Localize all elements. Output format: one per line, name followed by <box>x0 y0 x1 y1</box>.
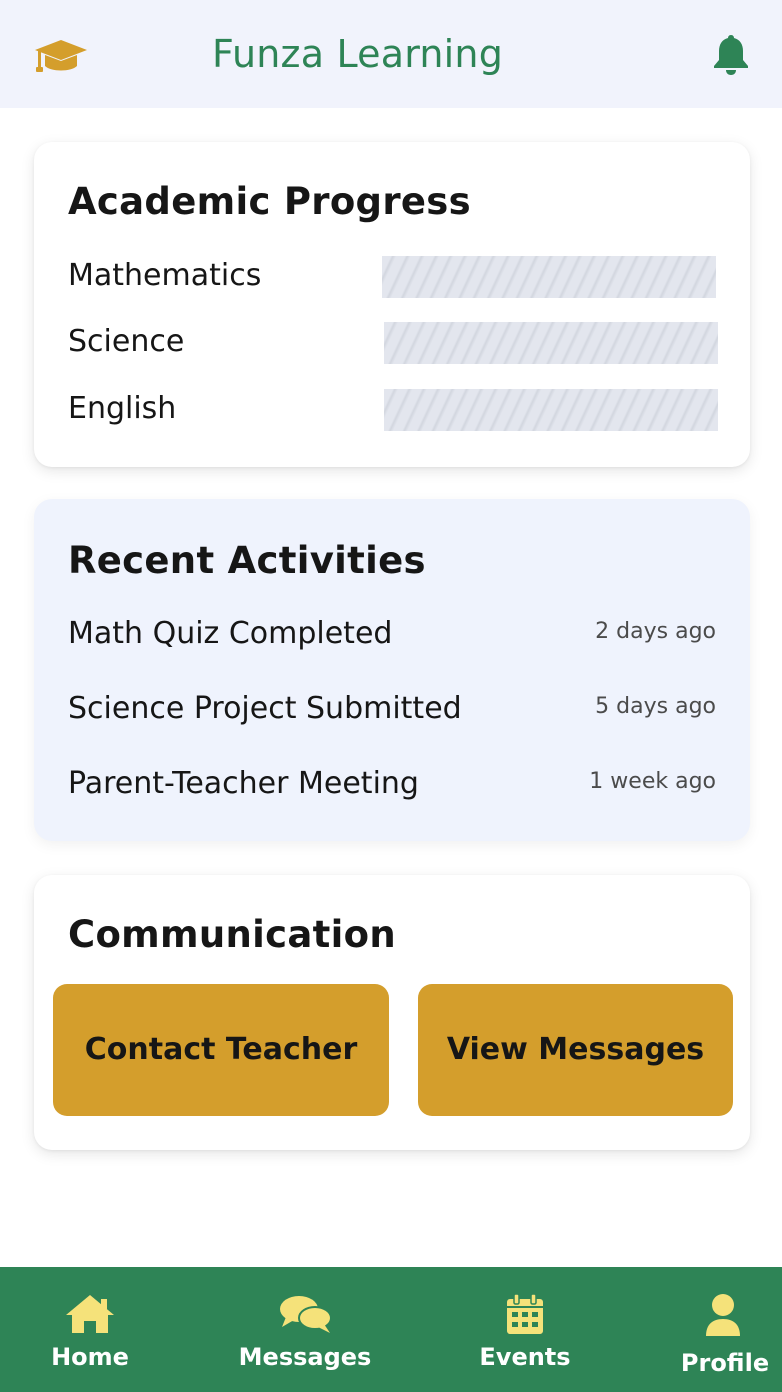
nav-item-home[interactable]: Home <box>40 1267 140 1392</box>
app-header: Funza Learning <box>0 0 782 108</box>
nav-item-events[interactable]: Events <box>470 1267 580 1392</box>
recent-activities-title: Recent Activities <box>68 539 426 582</box>
activity-item[interactable]: Parent-Teacher Meeting 1 week ago <box>68 760 716 808</box>
view-messages-button[interactable]: View Messages <box>418 984 733 1116</box>
calendar-icon <box>507 1293 543 1334</box>
chat-bubbles-icon <box>280 1296 332 1333</box>
app-title: Funza Learning <box>212 32 504 76</box>
subject-row-science: Science <box>68 320 718 364</box>
activity-item[interactable]: Math Quiz Completed 2 days ago <box>68 610 716 658</box>
nav-item-messages[interactable]: Messages <box>235 1267 375 1392</box>
activity-item[interactable]: Science Project Submitted 5 days ago <box>68 685 716 733</box>
progress-bar <box>384 389 718 431</box>
academic-progress-title: Academic Progress <box>68 180 471 223</box>
communication-title: Communication <box>68 913 396 956</box>
nav-label: Events <box>479 1343 571 1371</box>
graduation-cap-icon <box>35 40 87 72</box>
contact-teacher-button[interactable]: Contact Teacher <box>53 984 389 1116</box>
activity-time: 1 week ago <box>589 769 716 794</box>
subject-name: Mathematics <box>68 258 262 293</box>
home-icon <box>66 1295 114 1333</box>
nav-label: Messages <box>238 1343 372 1371</box>
subject-name: Science <box>68 324 185 359</box>
activity-time: 5 days ago <box>595 694 716 719</box>
subject-row-mathematics: Mathematics <box>68 254 716 298</box>
activity-label: Math Quiz Completed <box>68 616 393 651</box>
activity-label: Parent-Teacher Meeting <box>68 766 419 801</box>
nav-label: Home <box>51 1343 129 1371</box>
bell-icon[interactable] <box>710 32 752 76</box>
nav-item-profile[interactable]: Profile <box>675 1267 775 1392</box>
progress-bar <box>382 256 716 298</box>
academic-progress-card: Academic Progress Mathematics Science En… <box>34 142 750 467</box>
recent-activities-card: Recent Activities Math Quiz Completed 2 … <box>34 499 750 841</box>
bottom-nav: Home Messages Events Profile <box>0 1267 782 1392</box>
communication-card: Communication Contact Teacher View Messa… <box>34 875 750 1150</box>
activity-label: Science Project Submitted <box>68 691 462 726</box>
nav-label: Profile <box>680 1349 770 1377</box>
user-icon <box>706 1294 740 1336</box>
subject-row-english: English <box>68 387 718 431</box>
subject-name: English <box>68 391 177 426</box>
activity-time: 2 days ago <box>595 619 716 644</box>
progress-bar <box>384 322 718 364</box>
